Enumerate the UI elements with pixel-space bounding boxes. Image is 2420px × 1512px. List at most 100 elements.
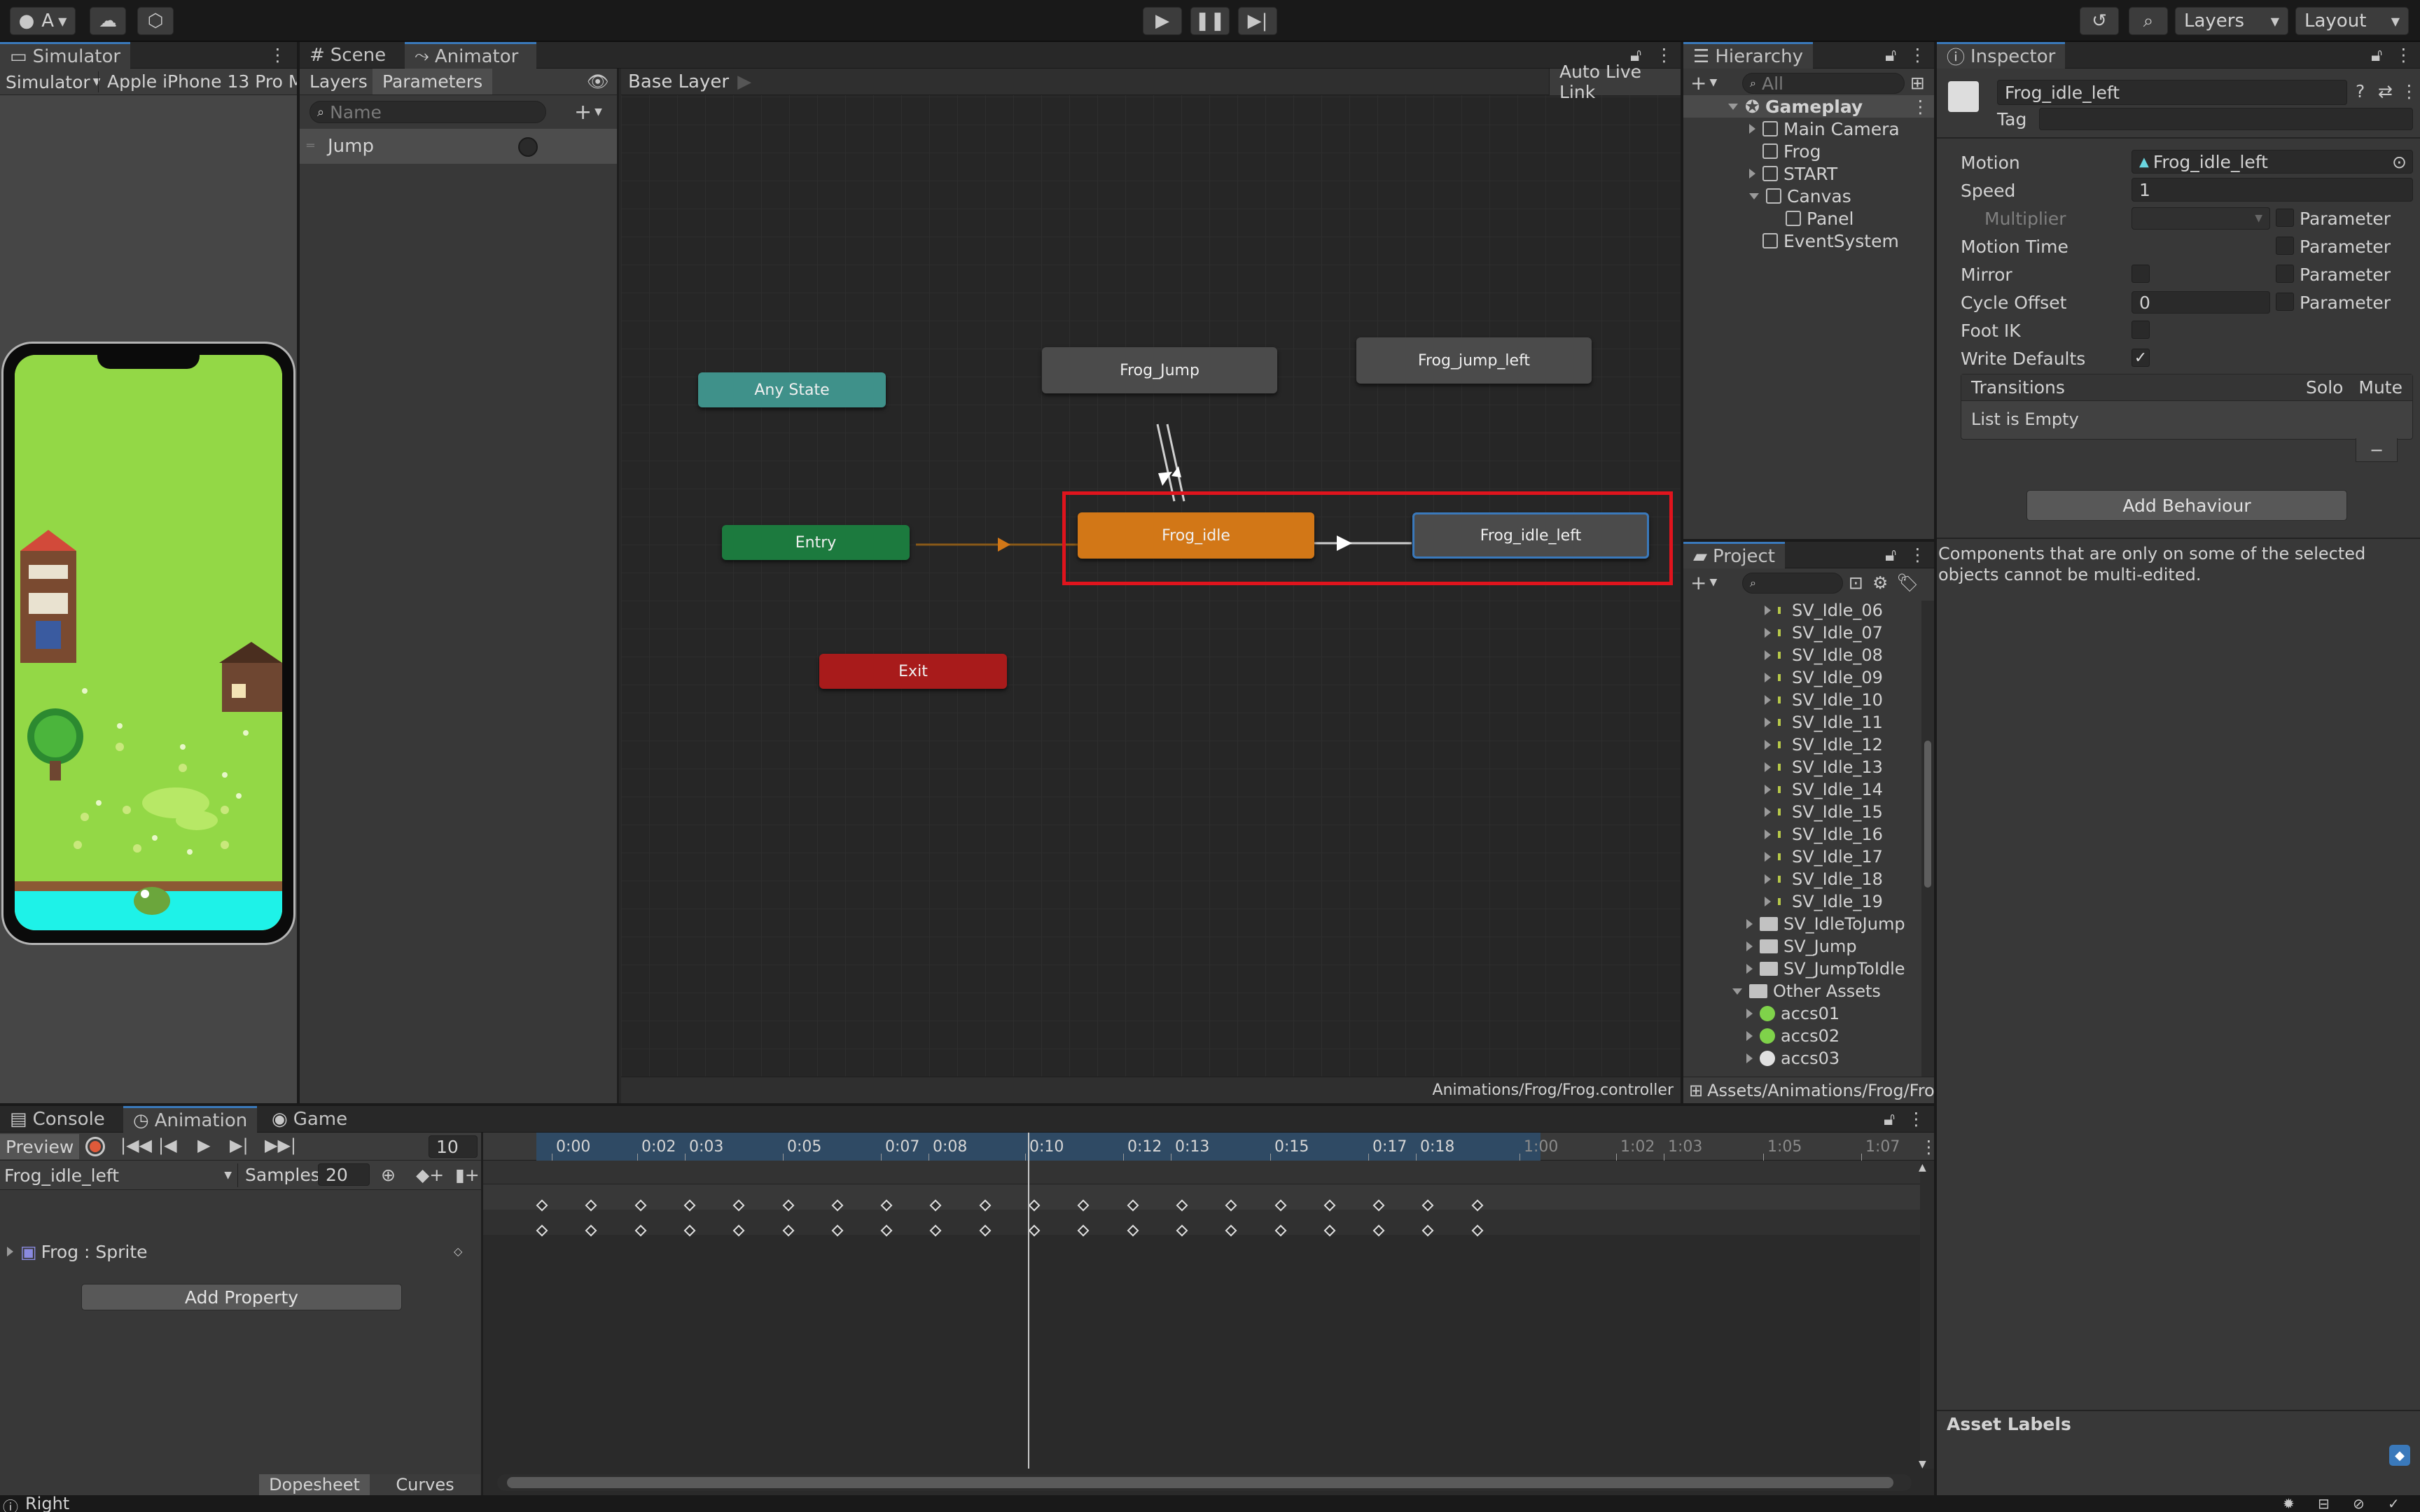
tab-console[interactable]: ▤ Console <box>0 1106 115 1133</box>
add-keyframe-icon[interactable]: ◆+ <box>416 1165 444 1185</box>
step-button[interactable]: ▶| <box>1238 7 1277 35</box>
project-folder[interactable]: SV_JumpToIdle <box>1746 958 1905 980</box>
more-icon[interactable]: ⋮ <box>2400 81 2418 102</box>
preset-icon[interactable]: ⇄ <box>2378 81 2393 102</box>
trigger-toggle[interactable] <box>518 137 538 157</box>
check-icon[interactable]: ✓ <box>2388 1495 2400 1512</box>
keyframe-icon[interactable]: ◇ <box>454 1245 462 1258</box>
first-key-icon[interactable]: |◀◀ <box>120 1135 152 1155</box>
hierarchy-item-eventsystem[interactable]: EventSystem <box>1762 230 1899 252</box>
project-folder[interactable]: SV_Jump <box>1746 935 1857 958</box>
add-behaviour-button[interactable]: Add Behaviour <box>2026 490 2347 521</box>
remove-transition-button[interactable]: − <box>2356 438 2398 462</box>
tab-scene[interactable]: # Scene <box>300 42 396 69</box>
project-folder[interactable]: SV_IdleToJump <box>1746 913 1905 935</box>
project-search-input[interactable]: ⌕ <box>1742 573 1843 594</box>
last-key-icon[interactable]: ▶▶| <box>265 1135 296 1155</box>
hierarchy-search-input[interactable]: ⌕ All <box>1742 73 1905 94</box>
more-icon[interactable]: ⋮ <box>1920 1137 1938 1157</box>
preview-button[interactable]: Preview <box>0 1134 80 1159</box>
entry-node[interactable]: Entry <box>722 525 910 560</box>
tab-inspector[interactable]: ⓘ Inspector <box>1937 42 2066 69</box>
tag-field[interactable] <box>2039 108 2413 130</box>
hierarchy-item-canvas[interactable]: Canvas <box>1749 185 1851 207</box>
add-parameter-button[interactable]: + ▼ <box>574 100 602 125</box>
clip-dropdown[interactable]: Frog_idle_left ▼ <box>4 1163 238 1187</box>
object-picker-icon[interactable]: ⊙ <box>2392 152 2407 172</box>
tab-animation[interactable]: ◷ Animation <box>123 1106 258 1133</box>
more-icon[interactable]: ⋮ <box>1907 1109 1925 1129</box>
dopesheet-timeline[interactable]: ▲ ▼ ⋮ <box>483 1133 1938 1495</box>
project-item[interactable]: SV_Idle_12 <box>1765 734 1883 756</box>
layers-dropdown[interactable]: Layers ▼ <box>2175 7 2288 35</box>
more-icon[interactable]: ⋮ <box>1912 97 1929 117</box>
project-item[interactable]: SV_Idle_11 <box>1765 711 1883 734</box>
motion-field[interactable]: ▲ Frog_idle_left ⊙ <box>2132 150 2413 174</box>
history-button[interactable]: ↺ <box>2080 7 2119 35</box>
lock-icon[interactable]: 🔓︎ <box>2371 45 2382 66</box>
write-defaults-checkbox[interactable]: ✓ <box>2132 349 2150 367</box>
multiplier-dropdown[interactable]: ▼ <box>2132 207 2270 230</box>
tab-parameters[interactable]: Parameters <box>373 69 493 94</box>
hierarchy-item-start[interactable]: START <box>1749 162 1837 185</box>
motion-time-parameter-checkbox[interactable] <box>2276 237 2294 255</box>
project-item[interactable]: SV_Idle_16 <box>1765 823 1883 846</box>
curves-tab[interactable]: Curves <box>370 1474 480 1495</box>
more-icon[interactable]: ⋮ <box>269 45 286 65</box>
property-row[interactable]: ▣ Frog : Sprite <box>7 1240 148 1263</box>
project-folder-other-assets[interactable]: Other Assets <box>1732 980 1881 1002</box>
tab-hierarchy[interactable]: ☰ Hierarchy <box>1683 42 1813 69</box>
label-icon[interactable]: 🏷︎ <box>1896 573 1919 594</box>
project-item[interactable]: SV_Idle_14 <box>1765 778 1883 801</box>
graphics-icon[interactable]: ⊟ <box>2318 1495 2330 1512</box>
help-icon[interactable]: ? <box>2356 81 2365 102</box>
exit-node[interactable]: Exit <box>819 654 1007 689</box>
parameter-row[interactable]: ═ Jump <box>300 129 617 164</box>
parameter-search-input[interactable]: ⌕ Name <box>310 101 546 123</box>
project-item[interactable]: SV_Idle_09 <box>1765 666 1883 689</box>
tab-layers[interactable]: Layers <box>300 69 377 94</box>
create-button[interactable]: + ▼ <box>1690 71 1717 94</box>
cycle-offset-parameter-checkbox[interactable] <box>2276 293 2294 311</box>
more-icon[interactable]: ⋮ <box>2395 45 2412 65</box>
scrollbar-thumb[interactable] <box>1924 741 1931 888</box>
multiplier-parameter-checkbox[interactable] <box>2276 209 2294 227</box>
hierarchy-item-frog[interactable]: Frog <box>1762 140 1821 162</box>
project-item[interactable]: SV_Idle_13 <box>1765 756 1883 778</box>
play-button[interactable]: ▶ <box>1143 7 1182 35</box>
any-state-node[interactable]: Any State <box>698 372 886 407</box>
project-scrollbar[interactable] <box>1921 601 1934 1077</box>
eye-icon[interactable]: 👁︎ <box>587 71 609 92</box>
simulator-mode-dropdown[interactable]: Simulator ▼ <box>6 71 100 92</box>
snap-icon[interactable]: ⊕ <box>381 1165 396 1185</box>
hierarchy-item-main-camera[interactable]: Main Camera <box>1749 118 1900 140</box>
account-dropdown[interactable]: ● A ▼ <box>10 7 76 35</box>
animator-graph[interactable]: Base Layer ▶ Auto Live Link Any State En… <box>621 62 1681 1103</box>
project-item[interactable]: SV_Idle_10 <box>1765 689 1883 711</box>
cycle-offset-field[interactable]: 0 <box>2132 291 2270 314</box>
project-asset[interactable]: accs03 <box>1746 1047 1840 1070</box>
hierarchy-item-panel[interactable]: Panel <box>1786 207 1854 230</box>
foot-ik-checkbox[interactable] <box>2132 321 2150 339</box>
lock-icon[interactable]: 🔓︎ <box>1884 1109 1895 1130</box>
project-asset[interactable]: accs01 <box>1746 1002 1840 1025</box>
cloud-button[interactable]: ☁ <box>90 7 126 35</box>
pause-button[interactable]: ❚❚ <box>1190 7 1230 35</box>
project-asset[interactable]: accs02 <box>1746 1025 1840 1047</box>
samples-field[interactable]: 20 <box>318 1163 370 1186</box>
tab-simulator[interactable]: ▭ Simulator <box>0 42 131 69</box>
scroll-up-icon[interactable]: ▲ <box>1919 1162 1926 1173</box>
mirror-checkbox[interactable] <box>2132 265 2150 283</box>
project-item[interactable]: SV_Idle_19 <box>1765 890 1883 913</box>
add-event-icon[interactable]: ▮+ <box>455 1165 480 1185</box>
more-icon[interactable]: ⋮ <box>1909 45 1926 65</box>
timeline-vscroll[interactable] <box>1920 1161 1934 1469</box>
project-item[interactable]: SV_Idle_06 <box>1765 601 1883 622</box>
project-item[interactable]: SV_Idle_17 <box>1765 846 1883 868</box>
tab-project[interactable]: ▰ Project <box>1683 542 1785 568</box>
dopesheet-tab[interactable]: Dopesheet <box>259 1474 370 1495</box>
lock-icon[interactable]: 🔓︎ <box>1885 545 1896 566</box>
prev-key-icon[interactable]: |◀ <box>158 1135 177 1155</box>
search-by-type-icon[interactable]: ⊡ <box>1849 573 1863 593</box>
more-icon[interactable]: ⋮ <box>1909 545 1926 565</box>
